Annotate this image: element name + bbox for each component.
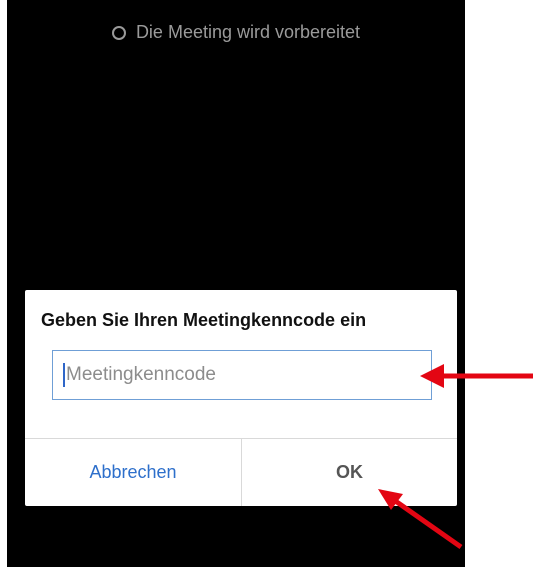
- meeting-passcode-input[interactable]: Meetingkenncode: [52, 350, 432, 400]
- loading-status-text: Die Meeting wird vorbereitet: [135, 22, 361, 42]
- cancel-button[interactable]: Abbrechen: [25, 439, 241, 506]
- app-screen: Die Meeting wird vorbereitet Geben Sie I…: [7, 0, 465, 567]
- ok-button[interactable]: OK: [242, 439, 457, 506]
- dialog-title: Geben Sie Ihren Meetingkenncode ein: [41, 310, 367, 330]
- spinner-icon: [111, 25, 126, 40]
- text-caret: [63, 363, 65, 387]
- input-placeholder: Meetingkenncode: [66, 364, 216, 385]
- passcode-dialog: Geben Sie Ihren Meetingkenncode ein Meet…: [25, 290, 457, 506]
- loading-status: Die Meeting wird vorbereitet: [7, 22, 465, 43]
